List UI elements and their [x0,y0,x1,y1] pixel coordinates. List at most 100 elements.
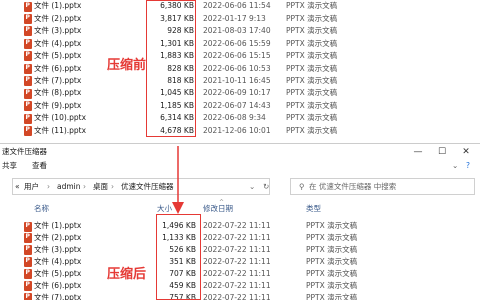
pptx-file-icon [24,269,32,280]
search-icon: ⚲ [299,182,305,191]
file-type: PPTX 演示文稿 [286,51,338,61]
pptx-file-icon [24,63,32,74]
file-name: 文件 (2).pptx [34,13,82,23]
file-name: 文件 (11).pptx [34,125,87,135]
close-button[interactable]: ✕ [456,144,476,160]
file-row[interactable]: 文件 (1).pptx1,496 KB2022-07-22 11:11PPTX … [0,220,480,233]
file-row[interactable]: 文件 (8).pptx1,045 KB2022-06-09 10:17PPTX … [0,87,480,100]
dropdown-icon[interactable]: ⌄ [249,181,255,193]
chevron-right-icon: › [83,182,86,191]
file-type: PPTX 演示文稿 [306,221,358,231]
ribbon-collapse-icon[interactable]: ⌄ [452,160,458,172]
pptx-file-icon [24,233,32,244]
file-date: 2022-06-07 14:43 [203,100,271,110]
file-row[interactable]: 文件 (7).pptx757 KB2022-07-22 11:11PPTX 演示… [0,291,480,300]
breadcrumb-admin[interactable]: admin [57,181,81,193]
file-date: 2022-06-09 10:17 [203,88,271,98]
file-type: PPTX 演示文稿 [286,38,338,48]
file-type: PPTX 演示文稿 [306,245,358,255]
file-row[interactable]: 文件 (9).pptx1,185 KB2022-06-07 14:43PPTX … [0,100,480,113]
pptx-file-icon [24,281,32,291]
file-row[interactable]: 文件 (6).pptx459 KB2022-07-22 11:11PPTX 演示… [0,280,480,293]
file-date: 2022-06-06 11:54 [203,1,271,11]
file-date: 2022-07-22 11:11 [203,256,271,266]
file-type: PPTX 演示文稿 [286,113,338,123]
pptx-file-icon [24,257,32,268]
pptx-file-icon [24,126,32,136]
file-row[interactable]: 文件 (5).pptx1,883 KB2022-06-06 15:15PPTX … [0,50,480,63]
file-date: 2021-08-03 17:40 [203,26,271,36]
file-row[interactable]: 文件 (10).pptx6,314 KB2022-06-08 9:34PPTX … [0,112,480,125]
file-name: 文件 (7).pptx [34,292,82,300]
after-compress-label: 压缩后 [107,267,147,282]
file-date: 2022-07-22 11:11 [203,221,271,231]
bottom-size-highlight-box [156,214,201,300]
file-name: 文件 (4).pptx [34,256,82,266]
file-date: 2022-07-22 11:11 [203,292,271,300]
menu-view[interactable]: 查看 [32,160,47,172]
file-date: 2022-07-22 11:11 [203,268,271,278]
search-placeholder: 在 优速文件压缩器 中搜索 [309,182,397,191]
pptx-file-icon [24,221,32,232]
file-type: PPTX 演示文稿 [286,63,338,73]
file-name: 文件 (8).pptx [34,88,82,98]
file-type: PPTX 演示文稿 [306,280,358,290]
file-type: PPTX 演示文稿 [306,233,358,243]
column-header-date[interactable]: 修改日期 [203,203,233,215]
file-date: 2022-01-17 9:13 [203,13,266,23]
file-date: 2022-06-08 9:34 [203,113,266,123]
breadcrumb-overflow[interactable]: « [15,181,20,193]
column-header-type[interactable]: 类型 [306,203,321,215]
file-row[interactable]: 文件 (6).pptx828 KB2022-06-06 10:53PPTX 演示… [0,62,480,75]
file-name: 文件 (1).pptx [34,221,82,231]
file-type: PPTX 演示文稿 [286,125,338,135]
down-arrow-icon [172,146,184,214]
file-row[interactable]: 文件 (11).pptx4,678 KB2021-12-06 10:01PPTX… [0,125,480,138]
file-name: 文件 (1).pptx [34,1,82,11]
file-name: 文件 (9).pptx [34,100,82,110]
file-row[interactable]: 文件 (3).pptx928 KB2021-08-03 17:40PPTX 演示… [0,25,480,38]
top-size-highlight-box [146,0,196,137]
file-name: 文件 (6).pptx [34,63,82,73]
window-titlebar: 速文件压缩器 — ☐ ✕ [0,143,480,159]
window-title: 速文件压缩器 [2,147,47,156]
file-date: 2022-07-22 11:11 [203,233,271,243]
pptx-file-icon [24,13,32,24]
breadcrumb-folder[interactable]: 优速文件压缩器 [121,181,174,193]
file-date: 2022-07-22 11:11 [203,280,271,290]
pptx-file-icon [24,76,32,87]
chevron-right-icon: › [47,182,50,191]
file-type: PPTX 演示文稿 [306,268,358,278]
menu-share[interactable]: 共享 [2,160,17,172]
file-row[interactable]: 文件 (2).pptx3,817 KB2022-01-17 9:13PPTX 演… [0,12,480,25]
file-type: PPTX 演示文稿 [286,26,338,36]
pptx-file-icon [24,38,32,49]
refresh-icon[interactable]: ↻ [263,181,269,193]
file-row[interactable]: 文件 (4).pptx351 KB2022-07-22 11:11PPTX 演示… [0,256,480,269]
file-row[interactable]: 文件 (7).pptx818 KB2021-10-11 16:45PPTX 演示… [0,75,480,88]
breadcrumb[interactable]: « 用户 › admin › 桌面 › 优速文件压缩器 ⌄ ↻ [12,178,270,195]
file-row[interactable]: 文件 (3).pptx526 KB2022-07-22 11:11PPTX 演示… [0,244,480,257]
file-row[interactable]: 文件 (5).pptx707 KB2022-07-22 11:11PPTX 演示… [0,268,480,281]
pptx-file-icon [24,88,32,99]
search-input[interactable]: ⚲ 在 优速文件压缩器 中搜索 [290,178,475,195]
file-row[interactable]: 文件 (4).pptx1,301 KB2022-06-06 15:59PPTX … [0,37,480,50]
chevron-right-icon: › [111,182,114,191]
pptx-file-icon [24,26,32,37]
breadcrumb-desktop[interactable]: 桌面 [93,181,108,193]
file-row[interactable]: 文件 (1).pptx6,380 KB2022-06-06 11:54PPTX … [0,0,480,13]
file-name: 文件 (10).pptx [34,113,87,123]
pptx-file-icon [24,51,32,62]
column-header-name[interactable]: 名称 [34,203,49,215]
file-type: PPTX 演示文稿 [286,100,338,110]
file-type: PPTX 演示文稿 [306,256,358,266]
file-name: 文件 (5).pptx [34,268,82,278]
file-name: 文件 (3).pptx [34,26,82,36]
ribbon-menu: 共享 查看 ⌄ ? [0,159,480,173]
minimize-button[interactable]: — [408,144,428,160]
breadcrumb-users[interactable]: 用户 [24,181,39,193]
column-header-row: 名称 大小 ^ 修改日期 类型 [0,199,480,215]
maximize-button[interactable]: ☐ [432,144,452,160]
help-icon[interactable]: ? [466,160,470,172]
file-row[interactable]: 文件 (2).pptx1,133 KB2022-07-22 11:11PPTX … [0,232,480,245]
